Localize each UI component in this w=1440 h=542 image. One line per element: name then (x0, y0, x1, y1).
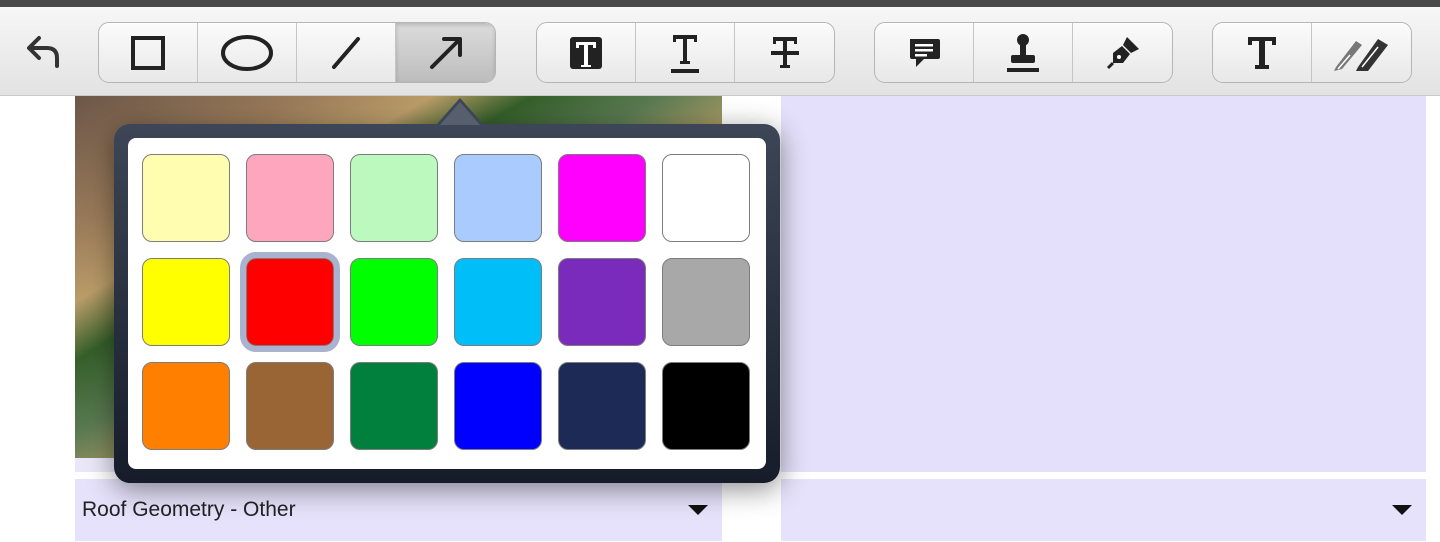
undo-icon (27, 36, 59, 68)
color-swatch[interactable] (246, 362, 334, 450)
color-swatch[interactable] (350, 362, 438, 450)
text-style-group (536, 22, 835, 83)
color-swatch[interactable] (240, 252, 340, 352)
color-swatch[interactable] (558, 154, 646, 242)
text-underline-tool-button[interactable] (636, 23, 735, 82)
color-swatch[interactable] (454, 258, 542, 346)
color-swatch[interactable] (142, 258, 230, 346)
annotation-tools-group (874, 22, 1173, 83)
rectangle-icon (131, 35, 165, 70)
text-strikethrough-tool-button[interactable] (735, 23, 834, 82)
text-tool-button[interactable] (1213, 23, 1312, 82)
color-swatch[interactable] (662, 154, 750, 242)
shape-tools-group (98, 22, 496, 83)
color-swatch[interactable] (350, 154, 438, 242)
comment-tool-button[interactable] (875, 23, 974, 82)
pen-tool-button[interactable] (1073, 23, 1172, 82)
text-strikethrough-icon (770, 36, 799, 68)
stamp-tool-button[interactable] (974, 23, 1073, 82)
text-box-tool-button[interactable] (537, 23, 636, 82)
annotation-editor: Roof Geometry - Other (0, 0, 1440, 542)
text-tools-group (1212, 22, 1412, 83)
ellipse-icon (221, 34, 273, 71)
color-swatch[interactable] (558, 362, 646, 450)
empty-photo-slot[interactable] (781, 96, 1426, 472)
arrow-tool-button[interactable] (396, 23, 495, 82)
arrow-icon (429, 36, 462, 69)
highlighter-tool-button[interactable] (1312, 23, 1411, 82)
ellipse-tool-button[interactable] (198, 23, 297, 82)
comment-icon (910, 38, 940, 67)
color-swatch[interactable] (558, 258, 646, 346)
color-swatch[interactable] (662, 362, 750, 450)
color-palette-grid (128, 138, 766, 469)
popover-arrow-highlight (440, 102, 480, 125)
color-swatch[interactable] (662, 258, 750, 346)
color-swatch[interactable] (142, 154, 230, 242)
color-swatch[interactable] (350, 258, 438, 346)
text-box-icon (570, 36, 602, 69)
chevron-down-icon (1392, 505, 1412, 515)
photo-category-dropdown-2[interactable] (781, 479, 1426, 541)
left-gutter (0, 96, 75, 542)
pen-icon (1106, 36, 1139, 69)
highlighter-icon (1333, 38, 1388, 71)
color-swatch[interactable] (246, 154, 334, 242)
text-underline-icon (671, 34, 699, 73)
color-swatch[interactable] (454, 154, 542, 242)
stamp-icon (1007, 33, 1039, 72)
window-top-border (0, 0, 1440, 7)
color-swatch[interactable] (142, 362, 230, 450)
photo-category-value: Roof Geometry - Other (82, 498, 296, 521)
color-picker-popover (114, 98, 780, 483)
rectangle-tool-button[interactable] (99, 23, 198, 82)
line-tool-button[interactable] (297, 23, 396, 82)
chevron-down-icon (688, 505, 708, 515)
text-icon (1248, 36, 1276, 69)
photo-category-dropdown[interactable]: Roof Geometry - Other (75, 479, 722, 541)
color-swatch[interactable] (454, 362, 542, 450)
annotation-toolbar (0, 7, 1440, 96)
undo-button[interactable] (12, 27, 76, 77)
line-icon (332, 36, 360, 69)
